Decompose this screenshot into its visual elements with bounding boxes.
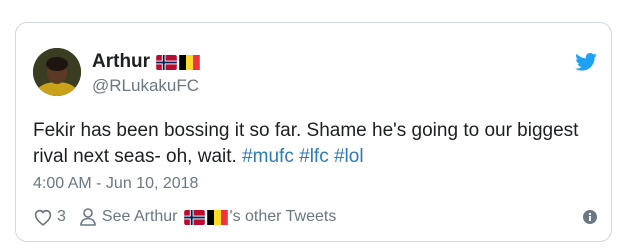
like-count: 3 bbox=[57, 208, 66, 225]
author-handle[interactable]: @RLukakuFC bbox=[92, 76, 199, 96]
tweet-card: Arthur @RLukakuFC Fekir has been bossing… bbox=[15, 22, 612, 242]
info-icon[interactable] bbox=[583, 210, 597, 224]
author-display-name[interactable]: Arthur bbox=[92, 51, 150, 73]
norway-flag-icon bbox=[156, 54, 177, 70]
heart-icon bbox=[34, 209, 52, 226]
person-icon bbox=[80, 208, 96, 226]
author-flags bbox=[156, 54, 200, 70]
twitter-bird-icon[interactable] bbox=[575, 53, 597, 71]
norway-flag-icon bbox=[183, 209, 205, 225]
hashtag-lol[interactable]: #lol bbox=[334, 146, 364, 167]
belgium-flag-icon bbox=[206, 209, 228, 225]
avatar[interactable] bbox=[33, 48, 81, 96]
tweet-actions: 3 See Arthur 's other Tweets bbox=[33, 208, 336, 226]
author-name-row[interactable]: Arthur bbox=[92, 51, 200, 73]
see-other-tweets-link[interactable]: See Arthur 's other Tweets bbox=[66, 208, 336, 226]
tweet-timestamp[interactable]: 4:00 AM - Jun 10, 2018 bbox=[33, 175, 198, 193]
hashtag-lfc[interactable]: #lfc bbox=[299, 146, 329, 167]
belgium-flag-icon bbox=[179, 54, 200, 70]
see-other-flags bbox=[183, 209, 228, 225]
tweet-text: Fekir has been bossing it so far. Shame … bbox=[33, 118, 593, 170]
see-other-suffix: 's other Tweets bbox=[229, 208, 337, 225]
see-other-prefix: See Arthur bbox=[101, 208, 178, 225]
hashtag-mufc[interactable]: #mufc bbox=[242, 146, 294, 167]
like-button[interactable]: 3 bbox=[33, 208, 66, 226]
